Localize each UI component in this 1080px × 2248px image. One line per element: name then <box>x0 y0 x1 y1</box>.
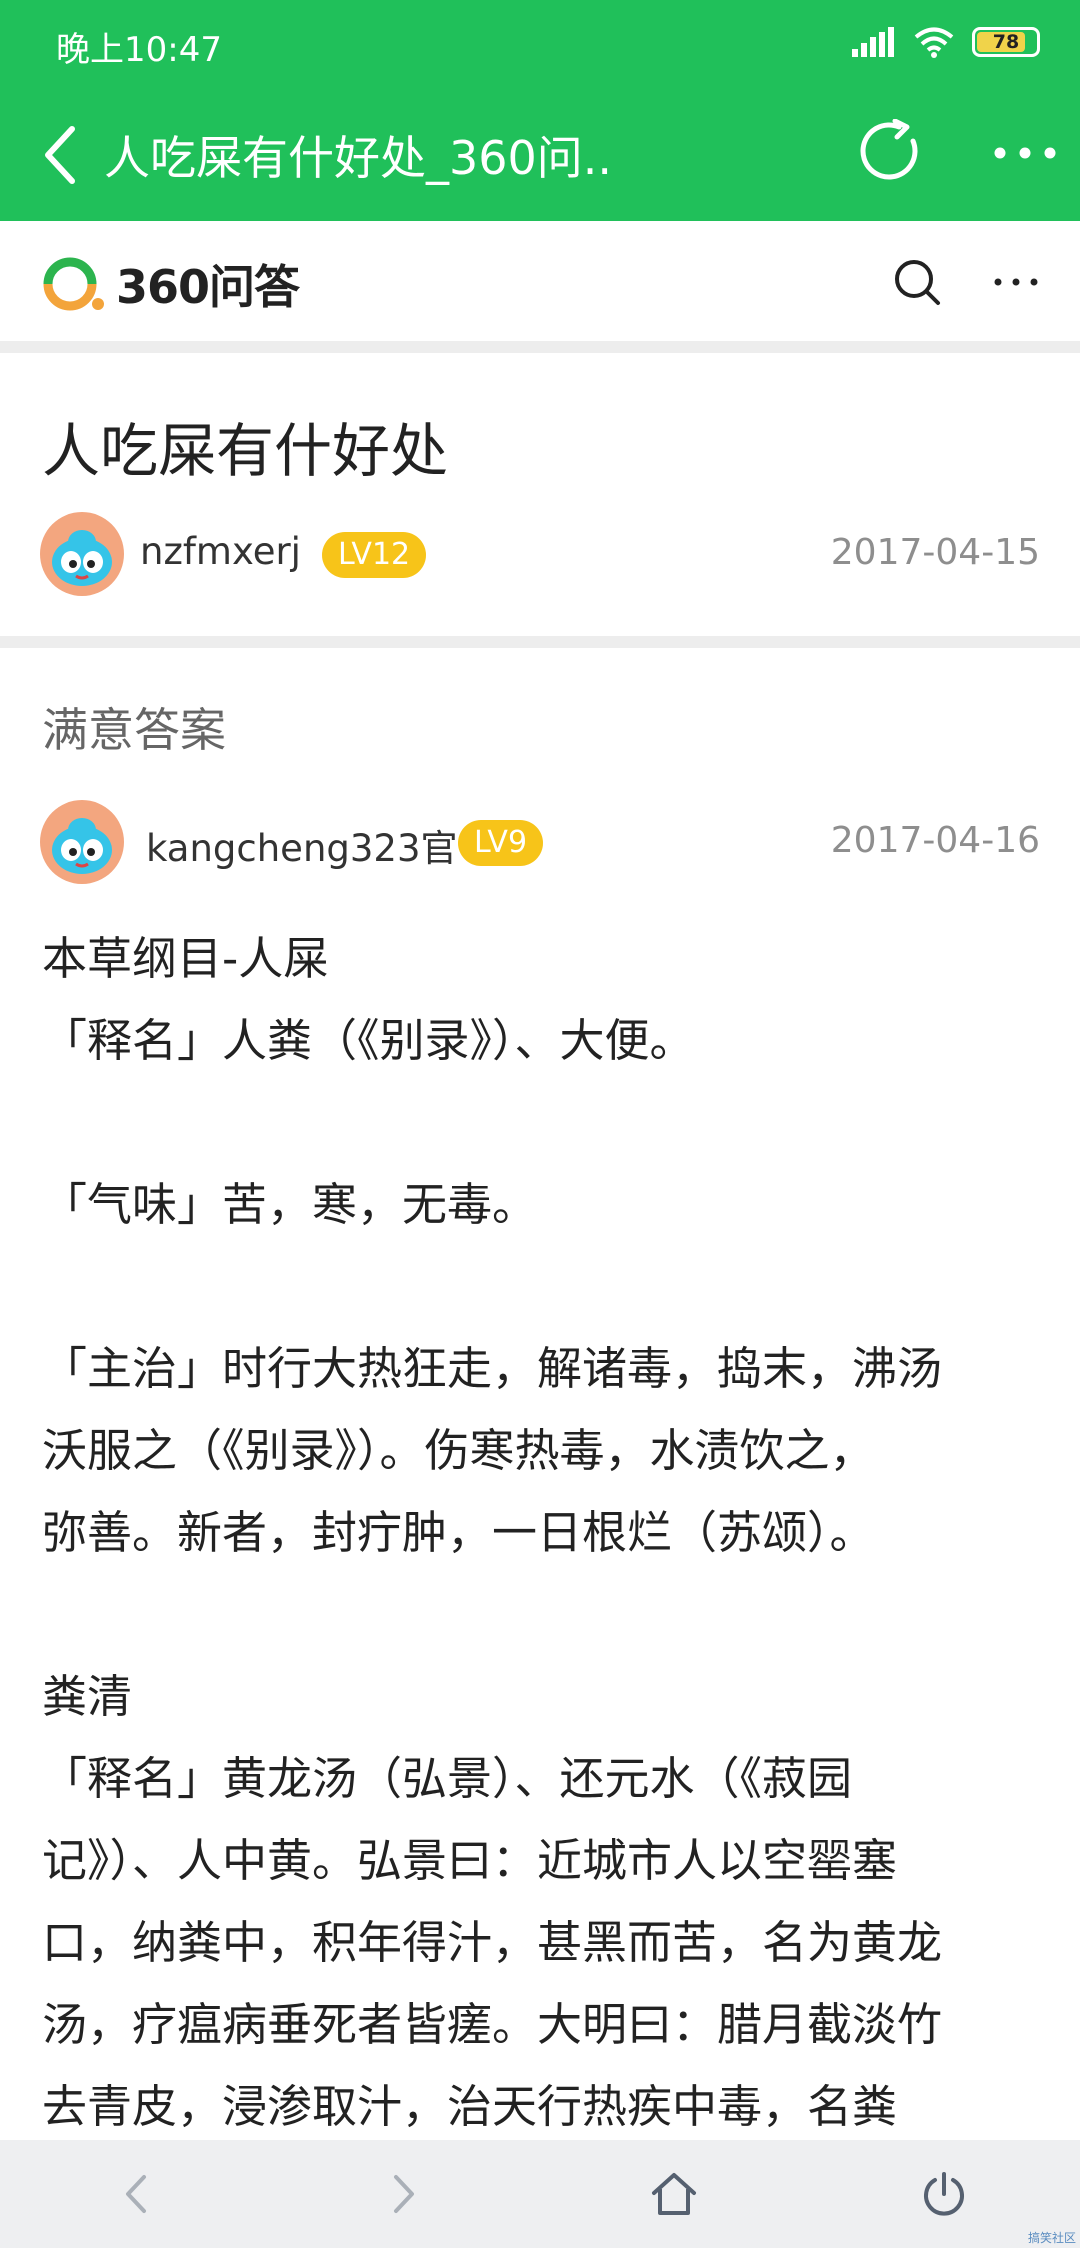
answer-line: 「气味」苦，寒，无毒。 <box>42 1178 538 1231</box>
battery-icon: 78 <box>972 27 1040 57</box>
chevron-left-icon <box>45 126 75 184</box>
watermark: 搞笑社区 <box>1027 2231 1076 2245</box>
nav-back-button[interactable] <box>96 2154 176 2234</box>
answer-date: 2017-04-16 <box>830 820 1040 861</box>
app-top-bar: 晚上10:47 78 人吃屎有什好处_360问.. <box>0 0 1080 221</box>
back-button[interactable] <box>30 120 90 190</box>
nav-home-button[interactable] <box>634 2154 714 2234</box>
answer-line: 去青皮，浸渗取汁，治天行热疾中毒，名粪 <box>42 2080 898 2133</box>
refresh-icon <box>860 119 918 180</box>
answer-line <box>42 1246 1042 1328</box>
level-badge: LV12 <box>322 532 427 578</box>
answer-line: 沃服之（《别录》）。伤寒热毒，水渍饮之， <box>42 1424 875 1477</box>
logo-text: 360问答 <box>116 260 300 314</box>
site-logo[interactable]: 360问答 <box>40 251 300 317</box>
logo-mark-icon <box>43 257 104 311</box>
answer-line: 口，纳粪中，积年得汁，甚黑而苦，名为黄龙 <box>42 1916 943 1969</box>
answer-line: 本草纲目-人屎 <box>42 932 329 985</box>
more-dots-icon <box>994 147 1056 159</box>
status-bar: 晚上10:47 78 <box>0 0 1080 92</box>
answer-line <box>42 1082 1042 1164</box>
home-icon <box>652 2173 696 2215</box>
asker-name[interactable]: nzfmxerj <box>140 530 301 573</box>
answer-heading: 满意答案 <box>42 703 226 757</box>
title-bar: 人吃屎有什好处_360问.. <box>0 92 1080 221</box>
avatar[interactable] <box>40 800 124 884</box>
site-header: 360问答 <box>0 221 1080 341</box>
asker-row: nzfmxerj LV12 2017-04-15 <box>40 512 1040 598</box>
more-options-button[interactable] <box>990 128 1060 178</box>
nav-power-button[interactable] <box>904 2154 984 2234</box>
answer-line: 「释名」人粪（《别录》）、大便。 <box>42 1014 695 1067</box>
status-icons: 78 <box>852 26 1040 58</box>
bottom-nav-bar: 搞笑社区 <box>0 2140 1080 2248</box>
power-icon <box>924 2172 964 2216</box>
answer-line <box>42 1574 1042 1656</box>
answer-line: 弥善。新者，封疔肿，一日根烂（苏颂）。 <box>42 1506 875 1559</box>
answer-line: 记》）、人中黄。弘景曰：近城市人以空罂塞 <box>42 1834 898 1887</box>
battery-level: 78 <box>992 31 1020 53</box>
answer-line: 汤，疗瘟病垂死者皆瘥。大明曰：腊月截淡竹 <box>42 1998 943 2051</box>
search-icon <box>895 260 940 305</box>
chevron-right-icon <box>394 2175 414 2213</box>
question-title: 人吃屎有什好处 <box>42 417 449 485</box>
answer-body: 本草纲目-人屎 「释名」人粪（《别录》）、大便。 「气味」苦，寒，无毒。 「主治… <box>42 918 1042 2148</box>
refresh-button[interactable] <box>852 112 932 192</box>
level-badge: LV9 <box>458 820 544 866</box>
answer-line: 「主治」时行大热狂走，解诸毒，捣末，沸汤 <box>42 1342 943 1395</box>
more-dots-icon <box>994 278 1038 286</box>
question-date: 2017-04-15 <box>830 532 1040 573</box>
answer-line: 粪清 <box>42 1670 133 1723</box>
status-time: 晚上10:47 <box>56 30 222 70</box>
site-more-button[interactable] <box>986 251 1046 313</box>
search-button[interactable] <box>886 251 948 313</box>
wifi-icon <box>914 27 954 58</box>
chevron-left-icon <box>126 2175 146 2213</box>
mascot-avatar-icon <box>52 530 112 586</box>
section-divider <box>0 636 1080 648</box>
answer-author-row: kangcheng323官 LV9 2017-04-16 <box>40 800 1040 886</box>
nav-forward-button[interactable] <box>364 2154 444 2234</box>
mascot-avatar-icon <box>52 818 112 874</box>
page-title: 人吃屎有什好处_360问.. <box>104 131 613 185</box>
answer-author-name[interactable]: kangcheng323官 <box>146 818 458 872</box>
signal-icon <box>852 27 894 57</box>
answer-line: 「释名」黄龙汤（弘景）、还元水（《菽园 <box>42 1752 853 1805</box>
section-divider <box>0 341 1080 353</box>
avatar[interactable] <box>40 512 124 596</box>
